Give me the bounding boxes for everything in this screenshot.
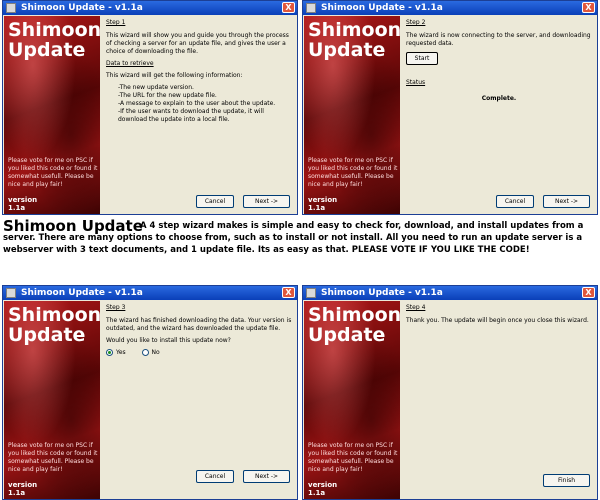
step-intro: Thank you. The update will begin once yo… bbox=[406, 317, 589, 324]
no-radio[interactable] bbox=[141, 349, 149, 356]
list-item: -If the user wants to download the updat… bbox=[118, 108, 264, 123]
app-icon bbox=[306, 3, 316, 13]
app-icon bbox=[6, 3, 16, 13]
banner-title: Shimoon Update bbox=[308, 304, 400, 346]
no-option[interactable]: No bbox=[141, 349, 160, 356]
banner-version: version 1.1a bbox=[8, 481, 37, 497]
banner-vote-text: Please vote for me on PSC if you liked t… bbox=[8, 157, 98, 188]
step4-content: Step 4 Thank you. The update will begin … bbox=[406, 304, 592, 329]
banner-title: Shimoon Update bbox=[308, 19, 400, 61]
window-title: Shimoon Update - v1.1a bbox=[21, 288, 143, 298]
step3-content: Step 3 The wizard has finished downloadi… bbox=[106, 304, 292, 357]
version-number: 1.1a bbox=[8, 489, 26, 497]
caption-description: A 4 step wizard makes is simple and easy… bbox=[3, 221, 584, 255]
app-icon bbox=[6, 288, 16, 298]
yes-option[interactable]: Yes bbox=[106, 349, 126, 356]
version-number: 1.1a bbox=[8, 204, 26, 212]
step-heading: Step 2 bbox=[406, 19, 426, 26]
step-heading: Step 4 bbox=[406, 304, 426, 311]
no-label: No bbox=[151, 349, 160, 356]
version-label: version bbox=[8, 481, 38, 489]
list-item: -The URL for the new update file. bbox=[118, 92, 217, 99]
banner-title: Shimoon Update bbox=[8, 304, 100, 346]
close-button[interactable]: X bbox=[582, 2, 595, 13]
version-number: 1.1a bbox=[308, 489, 326, 497]
close-button[interactable]: X bbox=[282, 287, 295, 298]
list-item: -A message to explain to the user about … bbox=[118, 100, 276, 107]
wizard-window-step4: Shimoon Update - v1.1a X Shimoon Update … bbox=[302, 285, 598, 500]
window-title: Shimoon Update - v1.1a bbox=[21, 3, 143, 13]
banner-vote-text: Please vote for me on PSC if you liked t… bbox=[8, 442, 98, 473]
close-button[interactable]: X bbox=[282, 2, 295, 13]
version-label: version bbox=[8, 196, 38, 204]
cancel-button[interactable]: Cancel bbox=[196, 195, 234, 208]
data-to-retrieve-label: Data to retrieve bbox=[106, 60, 154, 67]
version-label: version bbox=[308, 481, 338, 489]
banner-version: version 1.1a bbox=[308, 196, 337, 212]
title-bar[interactable]: Shimoon Update - v1.1a X bbox=[303, 1, 597, 15]
title-bar[interactable]: Shimoon Update - v1.1a X bbox=[303, 286, 597, 300]
wizard-window-step3: Shimoon Update - v1.1a X Shimoon Update … bbox=[2, 285, 298, 500]
banner-vote-text: Please vote for me on PSC if you liked t… bbox=[308, 442, 398, 473]
banner-vote-text: Please vote for me on PSC if you liked t… bbox=[308, 157, 398, 188]
banner-image: Shimoon Update Please vote for me on PSC… bbox=[304, 301, 400, 499]
step-heading: Step 3 bbox=[106, 304, 126, 311]
banner-image: Shimoon Update Please vote for me on PSC… bbox=[304, 16, 400, 214]
cancel-button[interactable]: Cancel bbox=[196, 470, 234, 483]
step-intro: The wizard is now connecting to the serv… bbox=[406, 32, 591, 47]
banner-version: version 1.1a bbox=[8, 196, 37, 212]
step-heading: Step 1 bbox=[106, 19, 126, 26]
cancel-button[interactable]: Cancel bbox=[496, 195, 534, 208]
version-label: version bbox=[308, 196, 338, 204]
next-button[interactable]: Next -> bbox=[543, 195, 590, 208]
list-item: -The new update version. bbox=[118, 84, 194, 91]
close-button[interactable]: X bbox=[582, 287, 595, 298]
caption: Shimoon Update A 4 step wizard makes is … bbox=[3, 217, 598, 269]
next-button[interactable]: Next -> bbox=[243, 195, 290, 208]
step-intro: This wizard will show you and guide you … bbox=[106, 32, 289, 55]
info-text: This wizard will get the following infor… bbox=[106, 72, 243, 79]
finish-button[interactable]: Finish bbox=[543, 474, 590, 487]
step1-content: Step 1 This wizard will show you and gui… bbox=[106, 19, 292, 124]
wizard-window-step1: Shimoon Update - v1.1a X Shimoon Update … bbox=[2, 0, 298, 215]
yes-label: Yes bbox=[116, 349, 126, 356]
title-bar[interactable]: Shimoon Update - v1.1a X bbox=[3, 1, 297, 15]
version-number: 1.1a bbox=[308, 204, 326, 212]
step2-content: Step 2 The wizard is now connecting to t… bbox=[406, 19, 592, 103]
window-title: Shimoon Update - v1.1a bbox=[321, 288, 443, 298]
install-options: Yes No bbox=[106, 349, 292, 357]
app-icon bbox=[306, 288, 316, 298]
window-title: Shimoon Update - v1.1a bbox=[321, 3, 443, 13]
step-intro: The wizard has finished downloading the … bbox=[106, 317, 292, 332]
wizard-window-step2: Shimoon Update - v1.1a X Shimoon Update … bbox=[302, 0, 598, 215]
banner-title: Shimoon Update bbox=[8, 19, 100, 61]
status-label: Status bbox=[406, 79, 426, 86]
status-text: Complete. bbox=[481, 95, 517, 102]
banner-image: Shimoon Update Please vote for me on PSC… bbox=[4, 16, 100, 214]
banner-version: version 1.1a bbox=[308, 481, 337, 497]
title-bar[interactable]: Shimoon Update - v1.1a X bbox=[3, 286, 297, 300]
start-button[interactable]: Start bbox=[406, 52, 438, 65]
install-question: Would you like to install this update no… bbox=[106, 337, 231, 344]
caption-text: A 4 step wizard makes is simple and easy… bbox=[3, 220, 598, 256]
next-button[interactable]: Next -> bbox=[243, 470, 290, 483]
banner-image: Shimoon Update Please vote for me on PSC… bbox=[4, 301, 100, 499]
yes-radio[interactable] bbox=[106, 349, 113, 356]
